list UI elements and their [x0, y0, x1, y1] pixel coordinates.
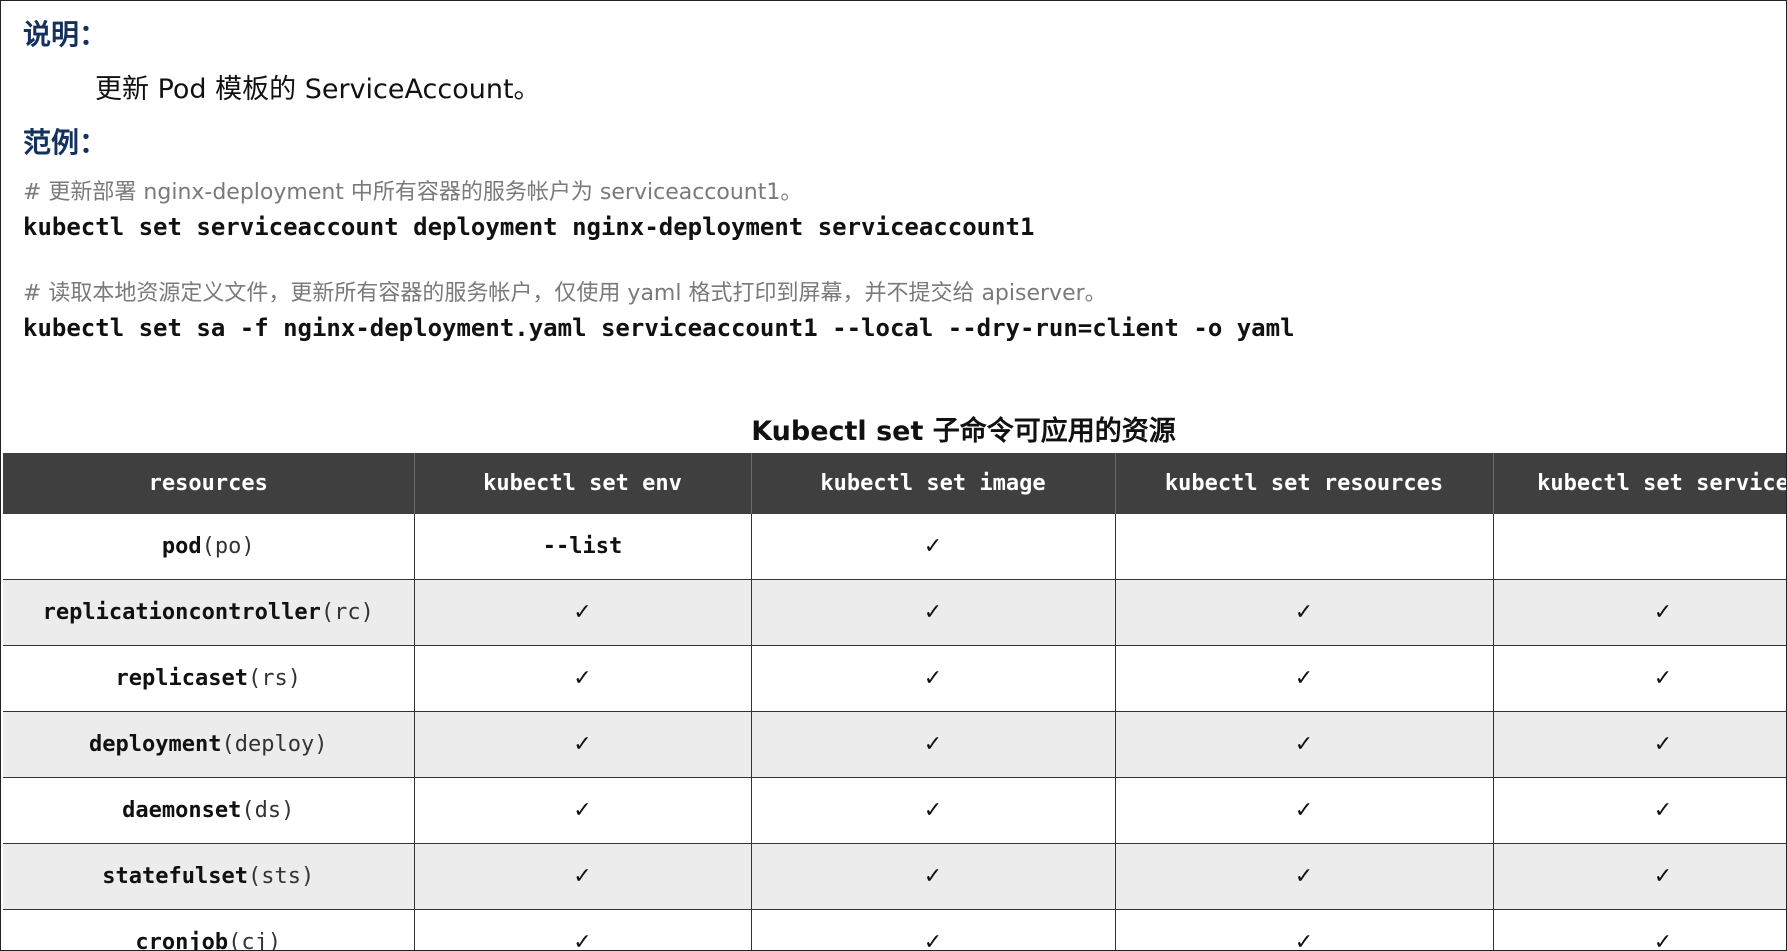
checkmark-icon: ✓ — [1115, 645, 1494, 712]
resource-name: cronjob — [135, 930, 229, 951]
table-row: statefulset(sts) ✓ ✓ ✓ ✓ — [3, 843, 1786, 910]
table-cell — [1115, 514, 1494, 580]
example-comment-2: # 读取本地资源定义文件，更新所有容器的服务帐户，仅使用 yaml 格式打印到屏… — [23, 281, 1107, 306]
checkmark-icon: ✓ — [414, 843, 752, 910]
resources-table: resources kubectl set env kubectl set im… — [3, 453, 1786, 951]
column-header: resources — [3, 453, 415, 514]
table-row: daemonset(ds) ✓ ✓ ✓ ✓ — [3, 777, 1786, 844]
resource-name-cell: replicationcontroller(rc) — [3, 579, 415, 646]
resource-abbreviation: (po) — [201, 534, 255, 559]
checkmark-icon: ✓ — [1493, 711, 1786, 778]
resource-name-cell: daemonset(ds) — [3, 777, 415, 844]
table-row: deployment(deploy) ✓ ✓ ✓ ✓ — [3, 711, 1786, 778]
resource-name: pod — [161, 534, 202, 559]
resource-name: replicaset — [115, 666, 248, 691]
checkmark-icon: ✓ — [1493, 843, 1786, 910]
checkmark-icon: ✓ — [1115, 711, 1494, 778]
example-heading: 范例： — [23, 126, 108, 159]
table-cell: --list — [414, 514, 752, 580]
checkmark-icon: ✓ — [414, 777, 752, 844]
resource-name: deployment — [89, 732, 222, 757]
example-command-2: kubectl set sa -f nginx-deployment.yaml … — [23, 314, 1295, 342]
description-text: 更新 Pod 模板的 ServiceAccount。 — [95, 74, 541, 105]
table-cell — [1493, 514, 1786, 580]
checkmark-icon: ✓ — [751, 711, 1116, 778]
column-header: kubectl set env — [414, 453, 752, 514]
table-row: replicaset(rs) ✓ ✓ ✓ ✓ — [3, 645, 1786, 712]
resource-name-cell: replicaset(rs) — [3, 645, 415, 712]
column-header: kubectl set image — [751, 453, 1116, 514]
resource-name-cell: statefulset(sts) — [3, 843, 415, 910]
checkmark-icon: ✓ — [751, 514, 1116, 580]
table-body: pod(po) --list ✓ replicationcontroller(rc) ✓… — [3, 514, 1786, 951]
checkmark-icon: ✓ — [1493, 909, 1786, 950]
checkmark-icon: ✓ — [751, 777, 1116, 844]
checkmark-icon: ✓ — [751, 579, 1116, 646]
checkmark-icon: ✓ — [751, 645, 1116, 712]
resource-name-cell: pod(po) — [3, 514, 415, 580]
resource-abbreviation: (rc) — [320, 600, 374, 625]
column-header: kubectl set resources — [1115, 453, 1494, 514]
checkmark-icon: ✓ — [414, 909, 752, 950]
example-command-1: kubectl set serviceaccount deployment ng… — [23, 213, 1035, 241]
checkmark-icon: ✓ — [1115, 579, 1494, 646]
table-header-row: resources kubectl set env kubectl set im… — [3, 453, 1786, 514]
example-comment-1: # 更新部署 nginx-deployment 中所有容器的服务帐户为 serv… — [23, 180, 803, 205]
description-heading: 说明： — [23, 18, 108, 51]
checkmark-icon: ✓ — [1115, 777, 1494, 844]
checkmark-icon: ✓ — [414, 645, 752, 712]
table-row: pod(po) --list ✓ — [3, 514, 1786, 580]
table-caption: Kubectl set 子命令可应用的资源 — [751, 416, 1176, 447]
table-row: cronjob(cj) ✓ ✓ ✓ ✓ — [3, 909, 1786, 951]
resource-abbreviation: (deploy) — [221, 732, 328, 757]
checkmark-icon: ✓ — [1493, 645, 1786, 712]
checkmark-icon: ✓ — [414, 579, 752, 646]
checkmark-icon: ✓ — [1493, 777, 1786, 844]
checkmark-icon: ✓ — [751, 909, 1116, 950]
checkmark-icon: ✓ — [1115, 843, 1494, 910]
resource-abbreviation: (cj) — [228, 930, 282, 951]
resource-abbreviation: (ds) — [241, 798, 295, 823]
resource-name: statefulset — [102, 864, 248, 889]
resource-name: replicationcontroller — [42, 600, 321, 625]
resource-name-cell: deployment(deploy) — [3, 711, 415, 778]
checkmark-icon: ✓ — [1493, 579, 1786, 646]
checkmark-icon: ✓ — [751, 843, 1116, 910]
checkmark-icon: ✓ — [414, 711, 752, 778]
document-page: 说明： 更新 Pod 模板的 ServiceAccount。 范例： # 更新部… — [0, 0, 1787, 951]
resource-name: daemonset — [122, 798, 242, 823]
resource-abbreviation: (sts) — [247, 864, 315, 889]
table-row: replicationcontroller(rc) ✓ ✓ ✓ ✓ — [3, 579, 1786, 646]
column-header: kubectl set service — [1493, 453, 1786, 514]
checkmark-icon: ✓ — [1115, 909, 1494, 950]
resource-name-cell: cronjob(cj) — [3, 909, 415, 951]
resource-abbreviation: (rs) — [247, 666, 301, 691]
